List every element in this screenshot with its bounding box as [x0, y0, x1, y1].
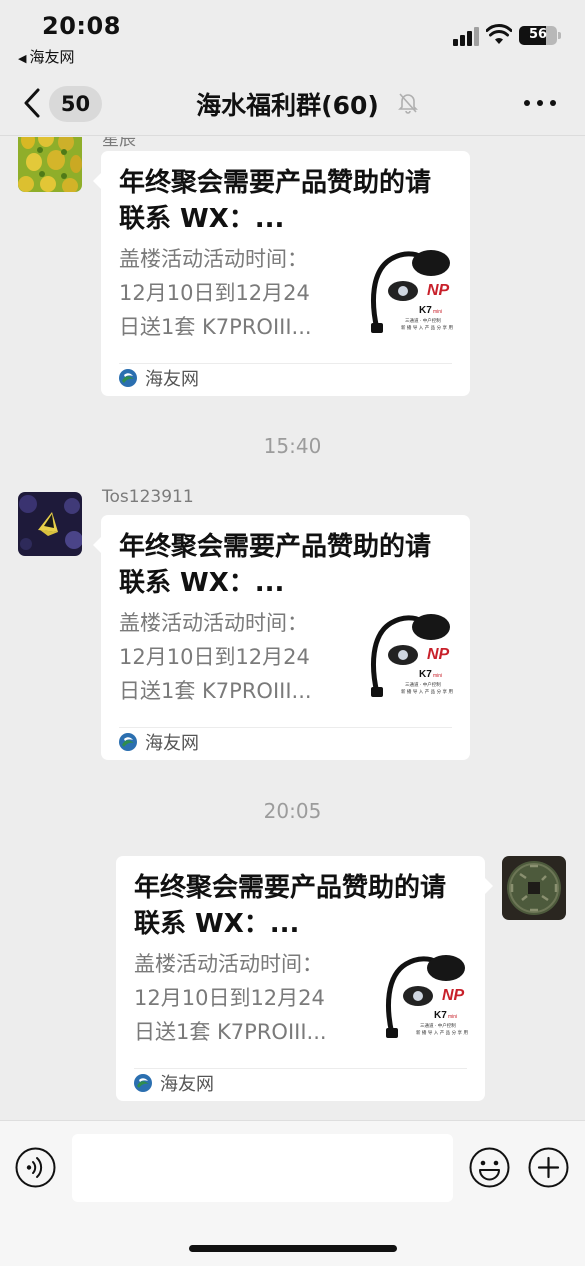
sender-name: Tos123911	[102, 487, 194, 507]
card-title: 年终聚会需要产品赞助的请联系 WX：...	[119, 168, 432, 234]
status-bar: 20:08 ◀ 海友网 56	[0, 0, 585, 70]
chat-title-wrap: 海水福利群(60)	[0, 86, 585, 122]
sender-name: 星辰	[102, 137, 136, 150]
timestamp: 20:05	[263, 799, 322, 823]
timestamp: 15:40	[263, 434, 322, 458]
card-title: 年终聚会需要产品赞助的请联系 WX：...	[134, 873, 447, 939]
lamp-head	[412, 250, 450, 276]
avatar-coral[interactable]	[18, 137, 82, 192]
nav-bar: 50 海水福利群(60)	[0, 70, 585, 136]
chat-area[interactable]: 星辰 年终聚会需要产品赞助的请联系 WX：... 盖楼活动活动时间： 12月10…	[0, 137, 585, 1120]
lamp-product-image: NP K7mini 三通道 · 中户控制新 播 导 入 产 品 分 享 用 户	[386, 955, 474, 1038]
desc-line: 12月10日到12月24	[119, 645, 310, 669]
haiyou-logo-graphic	[119, 733, 137, 751]
card-source: 海友网	[119, 367, 199, 390]
cellular-signal-icon	[453, 26, 481, 46]
muted-bell-icon	[398, 93, 418, 114]
fish-avatar-image	[18, 492, 82, 556]
model-label: K7	[419, 305, 432, 316]
desc-line: 盖楼活动活动时间：	[134, 952, 323, 976]
product-thumbnail: NP K7mini 三通道 · 中户控制新 播 导 入 产 品 分 享 用 户	[369, 607, 459, 699]
thumb-caption-2: 新 播 导 入 产 品 分 享 用 户	[416, 1029, 468, 1036]
model-suffix: mini	[433, 673, 442, 679]
back-to-app-link[interactable]: ◀ 海友网	[18, 46, 74, 67]
haiyou-logo-graphic	[119, 369, 137, 387]
chat-title[interactable]: 海水福利群(60)	[196, 86, 379, 122]
plus-icon[interactable]	[528, 1147, 569, 1188]
battery-level: 56	[528, 27, 548, 42]
coral-avatar-image	[18, 137, 82, 192]
source-name: 海友网	[160, 1074, 214, 1095]
card-source: 海友网	[119, 731, 199, 754]
home-indicator[interactable]	[189, 1245, 397, 1252]
desc-line: 日送1套 K7PROIII...	[119, 315, 312, 339]
haiyou-logo-icon	[119, 369, 137, 387]
source-name: 海友网	[145, 733, 199, 754]
card-description: 盖楼活动活动时间： 12月10日到12月24 日送1套 K7PROIII...	[119, 242, 349, 344]
np-brand-logo: NP	[427, 282, 450, 299]
source-name: 海友网	[145, 369, 199, 390]
lamp-head	[412, 614, 450, 640]
thumb-caption-1: 三通道 · 中户控制	[420, 1022, 456, 1029]
model-label: K7	[419, 669, 432, 680]
card-title: 年终聚会需要产品赞助的请联系 WX：...	[119, 532, 432, 598]
thumb-caption-1: 三通道 · 中户控制	[405, 681, 441, 688]
desc-line: 盖楼活动活动时间：	[119, 247, 308, 271]
back-triangle-icon: ◀	[18, 52, 27, 65]
lamp-clamp	[371, 323, 383, 333]
desc-line: 12月10日到12月24	[134, 986, 325, 1010]
battery-icon: 56	[519, 26, 561, 45]
lamp-product-image: NP K7mini 三通道 · 中户控制新 播 导 入 产 品 分 享 用 户	[371, 250, 459, 333]
model-suffix: mini	[448, 1014, 457, 1020]
np-brand-logo: NP	[427, 646, 450, 663]
voice-input-icon[interactable]	[15, 1147, 56, 1188]
lamp-led	[398, 650, 408, 660]
haiyou-logo-icon	[119, 733, 137, 751]
link-card[interactable]: 年终聚会需要产品赞助的请联系 WX：... 盖楼活动活动时间： 12月10日到1…	[93, 515, 470, 760]
desc-line: 日送1套 K7PROIII...	[119, 679, 312, 703]
more-options-icon[interactable]	[524, 100, 558, 108]
product-thumbnail: NP K7mini 三通道 · 中户控制新 播 导 入 产 品 分 享 用 户	[384, 948, 474, 1040]
card-source: 海友网	[134, 1072, 214, 1095]
coin-avatar-image	[502, 856, 566, 920]
lamp-clamp	[386, 1028, 398, 1038]
avatar-fish[interactable]	[18, 492, 82, 556]
thumb-caption-1: 三通道 · 中户控制	[405, 317, 441, 324]
lamp-product-image: NP K7mini 三通道 · 中户控制新 播 导 入 产 品 分 享 用 户	[371, 614, 459, 697]
thumb-caption-2: 新 播 导 入 产 品 分 享 用 户	[401, 324, 453, 331]
status-time: 20:08	[42, 12, 121, 40]
link-card-own[interactable]: 年终聚会需要产品赞助的请联系 WX：... 盖楼活动活动时间： 12月10日到1…	[116, 856, 493, 1101]
product-thumbnail: NP K7mini 三通道 · 中户控制新 播 导 入 产 品 分 享 用 户	[369, 243, 459, 335]
card-description: 盖楼活动活动时间： 12月10日到12月24 日送1套 K7PROIII...	[119, 606, 349, 708]
avatar-coin[interactable]	[502, 856, 566, 920]
np-brand-logo: NP	[442, 987, 465, 1004]
message-input[interactable]	[72, 1134, 453, 1202]
emoji-icon[interactable]	[469, 1147, 510, 1188]
link-card[interactable]: 年终聚会需要产品赞助的请联系 WX：... 盖楼活动活动时间： 12月10日到1…	[93, 151, 470, 396]
lamp-head	[427, 955, 465, 981]
lamp-led	[398, 286, 408, 296]
card-description: 盖楼活动活动时间： 12月10日到12月24 日送1套 K7PROIII...	[134, 947, 364, 1049]
desc-line: 盖楼活动活动时间：	[119, 611, 308, 635]
haiyou-logo-icon	[134, 1074, 152, 1092]
model-label: K7	[434, 1010, 447, 1021]
wifi-icon	[486, 24, 512, 44]
desc-line: 12月10日到12月24	[119, 281, 310, 305]
thumb-caption-2: 新 播 导 入 产 品 分 享 用 户	[401, 688, 453, 695]
model-suffix: mini	[433, 309, 442, 315]
desc-line: 日送1套 K7PROIII...	[134, 1020, 327, 1044]
lamp-clamp	[371, 687, 383, 697]
lamp-led	[413, 991, 423, 1001]
back-app-label: 海友网	[29, 48, 75, 66]
haiyou-logo-graphic	[134, 1074, 152, 1092]
